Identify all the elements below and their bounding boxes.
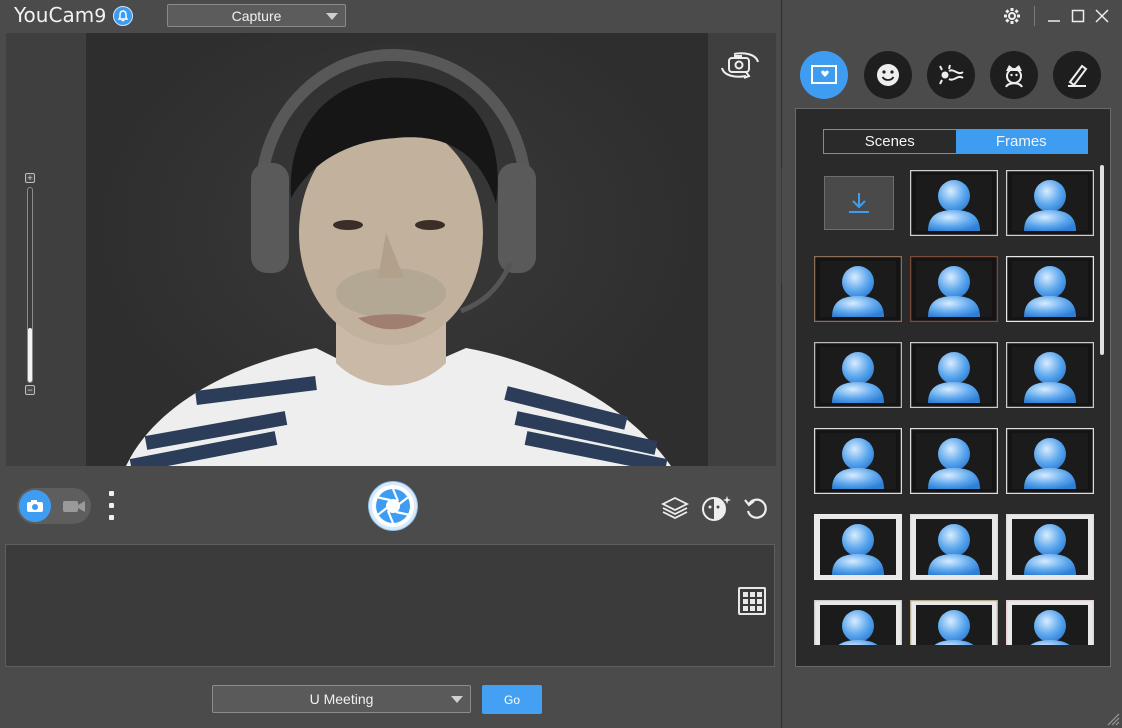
frame-thumbnail[interactable] (1006, 428, 1094, 494)
app-title-text: YouCam (14, 3, 95, 27)
avatar-category-button[interactable] (990, 51, 1038, 99)
photo-mode-icon[interactable] (19, 490, 51, 522)
effects-panel: Scenes Frames (795, 108, 1111, 667)
chevron-down-icon (326, 13, 338, 20)
effects-pane: Scenes Frames (782, 0, 1122, 728)
zoom-slider[interactable]: + − (25, 173, 35, 395)
video-mode-icon[interactable] (61, 496, 87, 516)
camera-feed-image (86, 33, 708, 466)
brush-category-button[interactable] (1053, 51, 1101, 99)
reset-icon[interactable] (742, 494, 770, 522)
effects-tabs: Scenes Frames (823, 129, 1088, 154)
frame-thumbnail[interactable] (814, 342, 902, 408)
tab-frames[interactable]: Frames (955, 130, 1087, 153)
avatar-icon (1005, 65, 1023, 88)
frame-thumbnail[interactable] (910, 170, 998, 236)
tab-scenes[interactable]: Scenes (824, 130, 956, 153)
download-icon (849, 193, 869, 213)
frame-thumbnail[interactable] (814, 428, 902, 494)
capture-gallery-strip (5, 544, 775, 667)
particles-category-button[interactable] (927, 51, 975, 99)
capture-pane: YouCam9 Capture + − U Meeting Go (0, 0, 781, 728)
grid-view-icon[interactable] (738, 587, 766, 615)
scenes-frames-category-button[interactable] (800, 51, 848, 99)
capture-shutter-button[interactable] (369, 482, 417, 530)
frame-thumbnail[interactable] (1006, 514, 1094, 580)
zoom-track[interactable] (27, 187, 33, 383)
go-button[interactable]: Go (482, 685, 542, 714)
smiley-icon (877, 64, 899, 86)
frame-thumbnail[interactable] (910, 428, 998, 494)
mode-dropdown[interactable]: Capture (167, 4, 346, 27)
frame-thumbnail[interactable] (814, 600, 902, 645)
layers-icon[interactable] (660, 494, 690, 522)
settings-icon[interactable] (1002, 6, 1022, 26)
youcam-window: YouCam9 Capture + − U Meeting Go Scenes … (0, 0, 1122, 728)
frame-thumbnail[interactable] (814, 256, 902, 322)
frame-thumbnail[interactable] (1006, 342, 1094, 408)
particles-icon (939, 64, 964, 85)
brush-icon (1068, 64, 1088, 87)
face-beautify-icon[interactable] (701, 494, 731, 522)
frames-scrollbar[interactable] (1100, 165, 1104, 355)
frame-thumbnail[interactable] (1006, 170, 1094, 236)
frame-thumbnail[interactable] (1006, 600, 1094, 645)
frame-thumbnail[interactable] (910, 600, 998, 645)
minimize-icon[interactable] (1044, 6, 1064, 26)
mode-dropdown-value: Capture (231, 7, 282, 24)
zoom-level-fill (28, 327, 32, 382)
zoom-in-button[interactable]: + (25, 173, 35, 183)
frame-thumbnail[interactable] (1006, 256, 1094, 322)
title-separator (1034, 6, 1035, 26)
switch-camera-icon[interactable] (718, 50, 762, 80)
frame-thumbnail[interactable] (814, 514, 902, 580)
app-title: YouCam9 (14, 3, 106, 27)
frame-icon (811, 65, 837, 84)
frame-thumbnail[interactable] (910, 256, 998, 322)
download-more-frames-button[interactable] (824, 176, 894, 230)
more-options-icon[interactable] (107, 491, 115, 525)
meeting-app-value: U Meeting (309, 691, 374, 707)
camera-preview: + − (6, 33, 776, 466)
chevron-down-icon (451, 696, 463, 703)
zoom-out-button[interactable]: − (25, 385, 35, 395)
close-icon[interactable] (1092, 6, 1112, 26)
app-version: 9 (94, 5, 107, 27)
photo-video-toggle[interactable] (17, 488, 91, 524)
frames-grid (814, 170, 1098, 645)
notification-icon[interactable] (113, 6, 133, 26)
aperture-icon (376, 488, 410, 524)
frame-thumbnail[interactable] (910, 514, 998, 580)
emoji-category-button[interactable] (864, 51, 912, 99)
meeting-app-dropdown[interactable]: U Meeting (212, 685, 471, 713)
resize-grip-icon[interactable] (1104, 710, 1120, 726)
frame-thumbnail[interactable] (910, 342, 998, 408)
maximize-icon[interactable] (1068, 6, 1088, 26)
